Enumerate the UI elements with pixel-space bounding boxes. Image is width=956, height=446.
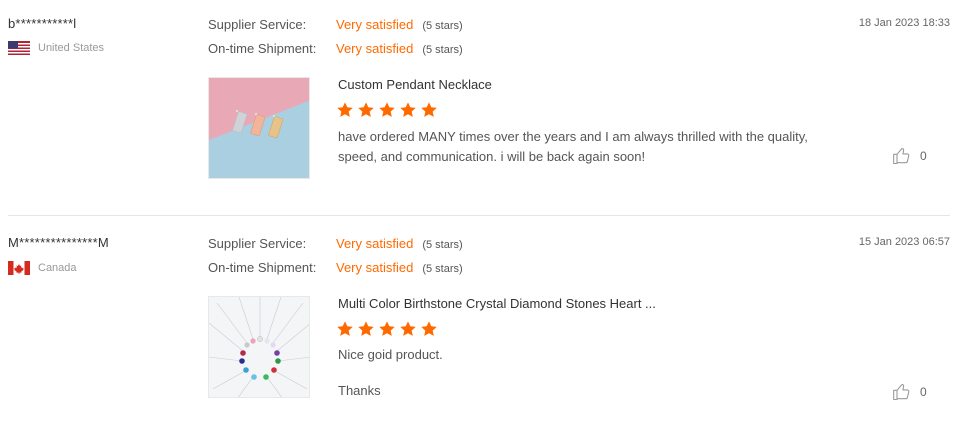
comment-line (338, 364, 858, 382)
review-comment: have ordered MANY times over the years a… (338, 127, 858, 167)
product-star-rating (336, 320, 438, 338)
star-icon (379, 102, 395, 117)
product-star-rating (336, 101, 438, 119)
like-count: 0 (920, 385, 927, 399)
review-date: 15 Jan 2023 06:57 (858, 236, 950, 248)
rating-label: Supplier Service: (208, 236, 307, 251)
comment-line: Nice goid product. (338, 347, 443, 362)
rating-stars-text: (5 stars) (422, 44, 463, 56)
star-icon (337, 102, 353, 117)
helpful-button[interactable]: 0 (892, 382, 927, 402)
rating-value: Very satisfied (336, 17, 414, 32)
helpful-button[interactable]: 0 (892, 146, 927, 166)
rating-stars-text: (5 stars) (422, 263, 463, 275)
reviewer-name: b***********l (8, 16, 77, 31)
shipment-rating: On-time Shipment: Very satisfied (5 star… (208, 260, 463, 275)
star-icon (337, 321, 353, 336)
rating-stars-text: (5 stars) (422, 239, 463, 251)
rating-label: On-time Shipment: (208, 260, 317, 275)
rating-label: Supplier Service: (208, 17, 307, 32)
review-date: 18 Jan 2023 18:33 (858, 17, 950, 29)
review-item: b***********l United States Supplier Ser… (0, 0, 956, 216)
shipment-rating: On-time Shipment: Very satisfied (5 star… (208, 41, 463, 56)
reviewer-name: M***************M (8, 235, 109, 250)
comment-line: speed, and communication. i will be back… (338, 149, 646, 164)
star-icon (400, 321, 416, 336)
star-icon (358, 321, 374, 336)
us-flag-icon (8, 41, 30, 55)
rating-value: Very satisfied (336, 236, 414, 251)
product-title-link[interactable]: Multi Color Birthstone Crystal Diamond S… (338, 296, 656, 311)
thumbs-up-icon (893, 383, 910, 401)
birthstone-necklace-image (209, 297, 309, 397)
product-title-link[interactable]: Custom Pendant Necklace (338, 77, 492, 92)
comment-line: have ordered MANY times over the years a… (338, 129, 808, 144)
product-thumbnail[interactable] (208, 77, 310, 179)
star-icon (379, 321, 395, 336)
rating-value: Very satisfied (336, 260, 414, 275)
product-thumbnail[interactable] (208, 296, 310, 398)
comment-line: Thanks (338, 383, 381, 398)
review-item: M***************M Canada Supplier Servic… (0, 216, 956, 446)
country-name: United States (38, 42, 105, 54)
star-icon (358, 102, 374, 117)
reviewer-country: Canada (8, 261, 77, 275)
pendant-necklace-image (209, 78, 309, 178)
star-icon (421, 102, 437, 117)
country-name: Canada (38, 262, 77, 274)
rating-label: On-time Shipment: (208, 41, 317, 56)
canada-flag-icon (8, 261, 30, 275)
supplier-service-rating: Supplier Service: Very satisfied (5 star… (208, 236, 463, 251)
thumbs-up-icon (893, 147, 910, 165)
like-count: 0 (920, 149, 927, 163)
review-comment: Nice goid product. Thanks (338, 346, 858, 400)
rating-value: Very satisfied (336, 41, 414, 56)
reviewer-country: United States (8, 41, 104, 55)
star-icon (400, 102, 416, 117)
rating-stars-text: (5 stars) (422, 20, 463, 32)
supplier-service-rating: Supplier Service: Very satisfied (5 star… (208, 17, 463, 32)
star-icon (421, 321, 437, 336)
